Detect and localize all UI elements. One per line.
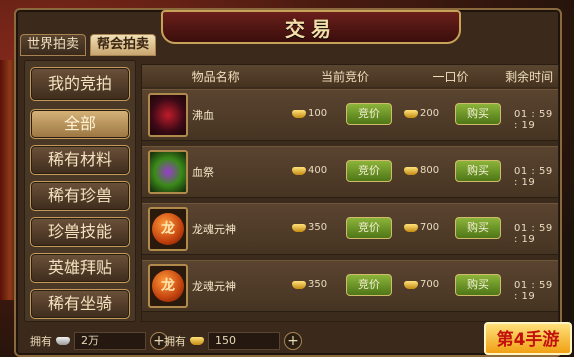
dragon-orb-icon[interactable]: 龙 (148, 207, 188, 251)
current-bid: 350 (292, 279, 327, 290)
silver-amount: 2万 (74, 332, 146, 350)
category-pet-skills[interactable]: 珍兽技能 (30, 217, 130, 247)
item-name: 龙魂元神 (192, 223, 236, 236)
tab-guild-auction[interactable]: 帮会拍卖 (90, 34, 157, 56)
green-weapon-icon[interactable] (148, 150, 188, 194)
category-rare-pets[interactable]: 稀有珍兽 (30, 181, 130, 211)
gold-ingot-icon (190, 337, 204, 345)
current-bid: 400 (292, 165, 327, 176)
header-item-name: 物品名称 (191, 69, 240, 84)
own-label: 拥有 (30, 335, 52, 348)
bid-amount: 400 (308, 165, 328, 176)
item-name: 血祭 (192, 166, 214, 179)
currency-bar: 拥有 2万 + 拥有 150 + (18, 328, 558, 354)
category-menu: 我的竞拍 全部 稀有材料 稀有珍兽 珍兽技能 英雄拜贴 稀有坐骑 (24, 60, 136, 322)
table-row: 龙 龙魂元神 350 竞价 700 购买 01 : 59 : 19 (142, 203, 558, 255)
buy-button[interactable]: 购买 (455, 217, 501, 239)
buy-button[interactable]: 购买 (455, 274, 501, 296)
bid-amount: 350 (308, 279, 328, 290)
category-rare-materials[interactable]: 稀有材料 (30, 145, 130, 175)
header-time-left: 剩余时间 (505, 69, 554, 84)
table-row: 龙 龙魂元神 350 竞价 700 购买 01 : 59 : 19 (142, 260, 558, 312)
own-label: 拥有 (164, 335, 186, 348)
category-all[interactable]: 全部 (30, 109, 130, 139)
item-name: 龙魂元神 (192, 280, 236, 293)
bid-button[interactable]: 竞价 (346, 217, 392, 239)
bid-button[interactable]: 竞价 (346, 160, 392, 182)
buy-button[interactable]: 购买 (455, 103, 501, 125)
current-bid: 100 (292, 108, 327, 119)
buy-button[interactable]: 购买 (455, 160, 501, 182)
dragon-orb-glyph: 龙 (152, 213, 184, 245)
bid-amount: 100 (308, 108, 328, 119)
current-bid: 350 (292, 222, 327, 233)
gold-ingot-icon (292, 166, 306, 175)
bid-button[interactable]: 竞价 (346, 274, 392, 296)
buyout-price: 700 (404, 222, 439, 233)
gold-ingot-icon (292, 280, 306, 289)
table-row: 血祭 400 竞价 800 购买 01 : 59 : 19 (142, 146, 558, 198)
table-row: 沸血 100 竞价 200 购买 01 : 59 : 19 (142, 89, 558, 141)
time-left: 01 : 59 : 19 (514, 280, 553, 302)
buyout-price: 200 (404, 108, 439, 119)
auction-tabs: 世界拍卖 帮会拍卖 (20, 34, 157, 56)
buyout-amount: 200 (420, 108, 440, 119)
gold-ingot-icon (404, 109, 418, 118)
time-left: 01 : 59 : 19 (514, 223, 553, 245)
buyout-amount: 700 (420, 222, 440, 233)
tab-world-auction[interactable]: 世界拍卖 (20, 34, 87, 56)
table-header: 物品名称 当前竞价 一口价 剩余时间 (142, 65, 558, 87)
category-rare-mounts[interactable]: 稀有坐骑 (30, 289, 130, 319)
silver-balance: 拥有 2万 + (30, 332, 168, 350)
dragon-orb-glyph: 龙 (152, 270, 184, 302)
gold-ingot-icon (404, 166, 418, 175)
gold-amount: 150 (208, 332, 280, 350)
gold-ingot-icon (292, 109, 306, 118)
dragon-orb-icon[interactable]: 龙 (148, 264, 188, 308)
red-weapon-icon[interactable] (148, 93, 188, 137)
silver-ingot-icon (56, 337, 70, 345)
header-buyout: 一口价 (432, 69, 469, 84)
buyout-price: 700 (404, 279, 439, 290)
bid-amount: 350 (308, 222, 328, 233)
add-gold-icon[interactable]: + (284, 332, 302, 350)
header-current-bid: 当前竞价 (321, 69, 370, 84)
site-logo-badge: 第4手游 (484, 322, 572, 355)
window-title-plate: 交易 (161, 10, 461, 44)
item-name: 沸血 (192, 109, 214, 122)
auction-table: 物品名称 当前竞价 一口价 剩余时间 沸血 100 竞价 200 购买 01 :… (141, 64, 559, 322)
window-title: 交易 (285, 16, 337, 41)
buyout-price: 800 (404, 165, 439, 176)
gold-balance: 拥有 150 + (164, 332, 302, 350)
category-hero-cards[interactable]: 英雄拜贴 (30, 253, 130, 283)
gold-ingot-icon (404, 280, 418, 289)
time-left: 01 : 59 : 19 (514, 166, 553, 188)
bid-button[interactable]: 竞价 (346, 103, 392, 125)
gold-ingot-icon (404, 223, 418, 232)
gold-ingot-icon (292, 223, 306, 232)
buyout-amount: 800 (420, 165, 440, 176)
my-bids-button[interactable]: 我的竞拍 (30, 67, 130, 101)
buyout-amount: 700 (420, 279, 440, 290)
time-left: 01 : 59 : 19 (514, 109, 553, 131)
